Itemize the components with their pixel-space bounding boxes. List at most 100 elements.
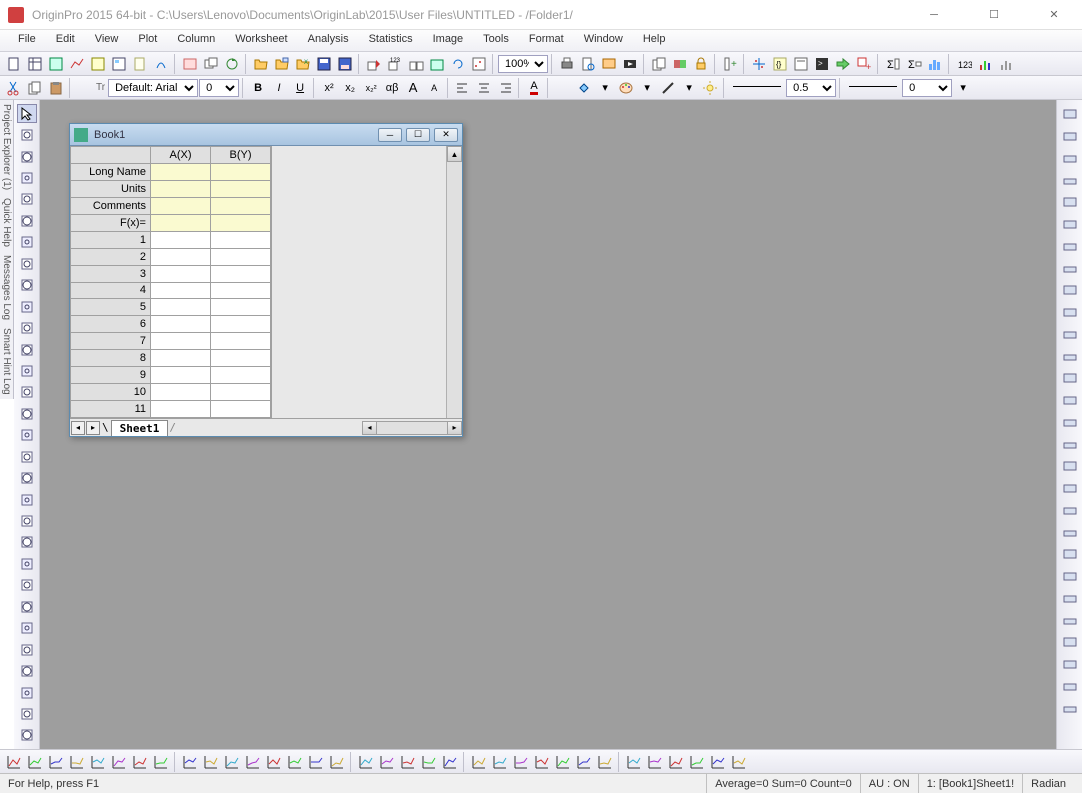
graph-type-24-icon[interactable] <box>532 752 552 772</box>
graph-type-3-icon[interactable] <box>67 752 87 772</box>
align-left-icon[interactable] <box>453 78 473 98</box>
graph-type-7-icon[interactable] <box>151 752 171 772</box>
graph-type-15-icon[interactable] <box>327 752 347 772</box>
graph-type-8-icon[interactable] <box>180 752 200 772</box>
arrow-icon[interactable] <box>17 318 37 337</box>
underline-icon[interactable]: U <box>290 78 310 98</box>
paste-icon[interactable] <box>46 78 66 98</box>
obj-tool-1-icon[interactable] <box>1060 126 1080 146</box>
copy-icon[interactable] <box>25 78 45 98</box>
graph-type-21-icon[interactable] <box>469 752 489 772</box>
polygon-icon[interactable] <box>17 426 37 445</box>
graph-type-9-icon[interactable] <box>201 752 221 772</box>
menu-view[interactable]: View <box>85 30 129 51</box>
graph-type-29-icon[interactable] <box>645 752 665 772</box>
btn1-icon[interactable] <box>17 511 37 530</box>
menu-plot[interactable]: Plot <box>128 30 167 51</box>
graph-type-31-icon[interactable] <box>687 752 707 772</box>
graph-type-25-icon[interactable] <box>553 752 573 772</box>
cell[interactable] <box>151 299 211 316</box>
btn6-icon[interactable] <box>17 661 37 680</box>
cell[interactable] <box>151 248 211 265</box>
menu-analysis[interactable]: Analysis <box>298 30 359 51</box>
cell[interactable] <box>211 299 271 316</box>
open-icon[interactable] <box>251 54 271 74</box>
fill-color-icon[interactable] <box>574 78 594 98</box>
cell[interactable] <box>211 163 271 180</box>
cell[interactable] <box>211 197 271 214</box>
tab-prev-button[interactable]: ▸ <box>86 421 100 435</box>
obj-tool-22-icon[interactable] <box>1060 588 1080 608</box>
cell[interactable] <box>211 384 271 401</box>
reimport-icon[interactable] <box>448 54 468 74</box>
sheet-empty-area[interactable]: ▲ <box>271 146 462 418</box>
row-header[interactable]: 9 <box>71 367 151 384</box>
import-single-icon[interactable]: 123 <box>385 54 405 74</box>
rect-icon[interactable] <box>17 383 37 402</box>
graph-type-2-icon[interactable] <box>46 752 66 772</box>
btn3-icon[interactable] <box>17 554 37 573</box>
btn4-icon[interactable] <box>17 576 37 595</box>
graph-type-16-icon[interactable] <box>356 752 376 772</box>
close-button[interactable]: ✕ <box>1034 3 1074 27</box>
region2-icon[interactable] <box>17 447 37 466</box>
column-header[interactable]: A(X) <box>151 147 211 164</box>
sigma-row-icon[interactable]: Σ <box>904 54 924 74</box>
curve-icon[interactable] <box>17 361 37 380</box>
maximize-button[interactable]: ☐ <box>974 3 1014 27</box>
obj-tool-26-icon[interactable] <box>1060 676 1080 696</box>
new-function-icon[interactable] <box>151 54 171 74</box>
row-header[interactable]: 1 <box>71 231 151 248</box>
obj-tool-24-icon[interactable] <box>1060 632 1080 652</box>
greek-icon[interactable]: αβ <box>382 78 402 98</box>
horizontal-scrollbar[interactable]: ◂ ▸ <box>362 421 462 435</box>
print-icon[interactable] <box>557 54 577 74</box>
add-column-icon[interactable]: + <box>720 54 740 74</box>
graph-type-4-icon[interactable] <box>88 752 108 772</box>
scroll-right-button[interactable]: ▸ <box>447 422 461 434</box>
workbook-window[interactable]: Book1 ─ ☐ ✕ A(X)B(Y)Long NameUnitsCommen… <box>69 123 463 437</box>
graph-type-14-icon[interactable] <box>306 752 326 772</box>
line-style-combo[interactable] <box>729 78 785 98</box>
new-layout-icon[interactable] <box>109 54 129 74</box>
line-width-combo[interactable]: 0.5 <box>786 79 836 97</box>
supersubscript-icon[interactable]: x₂² <box>361 78 381 98</box>
palette-dropdown-icon[interactable]: ▾ <box>637 78 657 98</box>
cell[interactable] <box>151 384 211 401</box>
line-color-dropdown-icon[interactable]: ▾ <box>679 78 699 98</box>
new-project-icon[interactable] <box>4 54 24 74</box>
btn2-icon[interactable] <box>17 533 37 552</box>
open-template-icon[interactable] <box>272 54 292 74</box>
zoom-combo[interactable]: 100% <box>498 55 548 73</box>
obj-tool-3-icon[interactable] <box>1060 170 1080 190</box>
graph-type-27-icon[interactable] <box>595 752 615 772</box>
font-color-icon[interactable]: A <box>524 78 544 98</box>
transfer-icon[interactable] <box>833 54 853 74</box>
workspace[interactable]: Book1 ─ ☐ ✕ A(X)B(Y)Long NameUnitsCommen… <box>40 100 1056 749</box>
cell[interactable] <box>151 197 211 214</box>
obj-tool-11-icon[interactable] <box>1060 346 1080 366</box>
obj-tool-23-icon[interactable] <box>1060 610 1080 630</box>
workbook-titlebar[interactable]: Book1 ─ ☐ ✕ <box>70 124 462 146</box>
btn5-icon[interactable] <box>17 640 37 659</box>
row-header[interactable]: 4 <box>71 282 151 299</box>
line-icon[interactable] <box>17 340 37 359</box>
menu-format[interactable]: Format <box>519 30 574 51</box>
obj-tool-25-icon[interactable] <box>1060 654 1080 674</box>
menu-edit[interactable]: Edit <box>46 30 85 51</box>
child-close-button[interactable]: ✕ <box>434 128 458 142</box>
pointer-icon[interactable] <box>17 104 37 123</box>
arrow-style-combo[interactable] <box>845 78 901 98</box>
font-dec-icon[interactable]: A <box>424 78 444 98</box>
template-icon[interactable] <box>180 54 200 74</box>
obj-tool-2-icon[interactable] <box>1060 148 1080 168</box>
menu-worksheet[interactable]: Worksheet <box>225 30 297 51</box>
minimize-button[interactable]: ─ <box>914 3 954 27</box>
cell[interactable] <box>151 367 211 384</box>
import-wizard-icon[interactable] <box>364 54 384 74</box>
row-header[interactable]: 10 <box>71 384 151 401</box>
cell[interactable] <box>211 265 271 282</box>
grid-icon[interactable] <box>17 726 37 745</box>
duplicate-icon[interactable] <box>649 54 669 74</box>
graph-type-0-icon[interactable] <box>4 752 24 772</box>
